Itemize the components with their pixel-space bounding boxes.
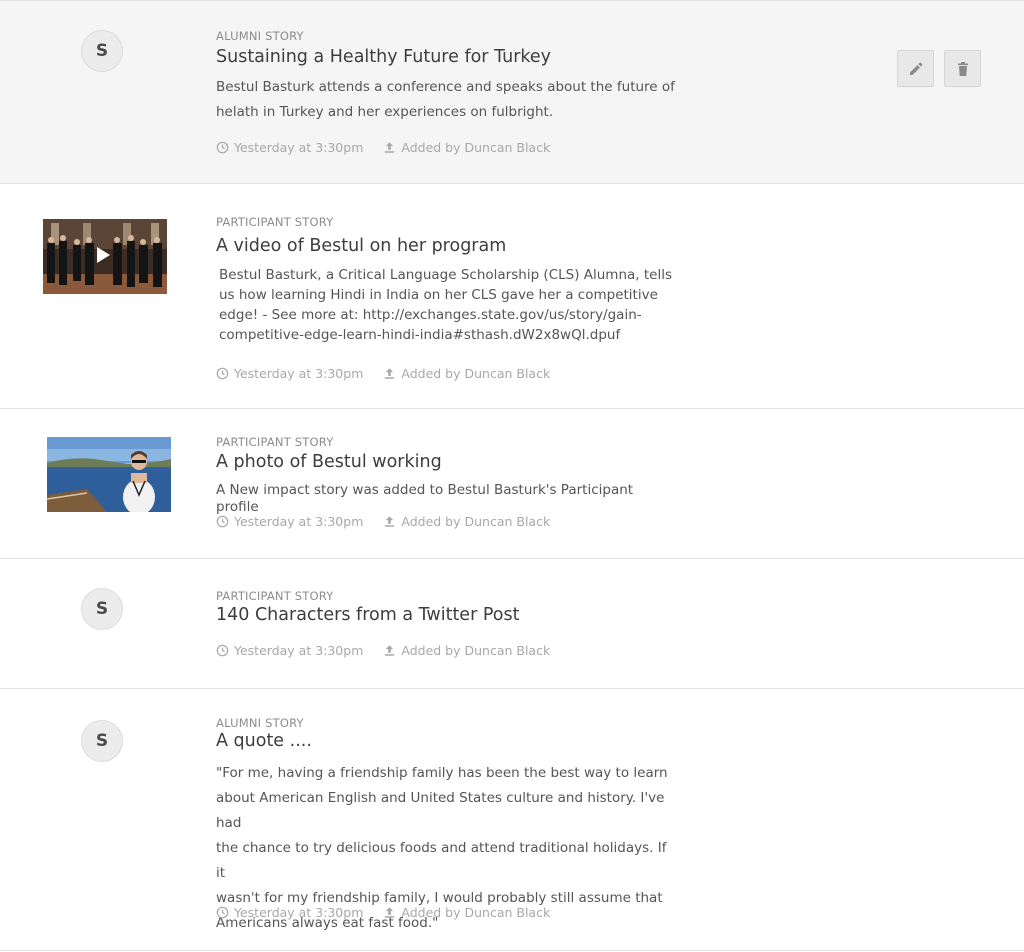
description-line: us how learning Hindi in India on her CL… (219, 287, 658, 303)
story-title[interactable]: 140 Characters from a Twitter Post (216, 605, 519, 625)
story-item[interactable]: S PARTICIPANT STORY 140 Characters from … (0, 559, 1024, 689)
description-line: competitive-edge-learn-hindi-india#sthas… (219, 327, 621, 343)
video-thumbnail[interactable] (43, 219, 167, 294)
delete-button[interactable] (944, 50, 981, 87)
clock-icon (216, 141, 229, 154)
story-time: Yesterday at 3:30pm (234, 905, 364, 920)
story-title[interactable]: A quote .... (216, 731, 312, 751)
story-item[interactable]: PARTICIPANT STORY A video of Bestul on h… (0, 184, 1024, 409)
trash-icon (957, 61, 968, 76)
story-content: PARTICIPANT STORY A video of Bestul on h… (216, 184, 676, 409)
story-time: Yesterday at 3:30pm (234, 140, 364, 155)
avatar: S (81, 30, 123, 72)
clock-icon (216, 515, 229, 528)
description-line: A New impact story was added to Bestul B… (216, 482, 634, 515)
story-category: PARTICIPANT STORY (216, 589, 334, 603)
story-title[interactable]: Sustaining a Healthy Future for Turkey (216, 47, 551, 67)
story-meta: Yesterday at 3:30pm Added by Duncan Blac… (216, 643, 550, 658)
story-time: Yesterday at 3:30pm (234, 514, 364, 529)
description-line: Bestul Basturk, a Critical Language Scho… (219, 267, 673, 283)
story-item[interactable]: S ALUMNI STORY A quote .... "For me, hav… (0, 689, 1024, 951)
description-line: edge! - See more at: http://exchanges.st… (219, 307, 642, 323)
avatar: S (81, 588, 123, 630)
photo-thumbnail[interactable] (47, 437, 171, 512)
upload-icon (385, 645, 395, 656)
story-meta: Yesterday at 3:30pm Added by Duncan Blac… (216, 140, 550, 155)
story-item[interactable]: S ALUMNI STORY Sustaining a Healthy Futu… (0, 0, 1024, 184)
story-content: ALUMNI STORY Sustaining a Healthy Future… (216, 1, 676, 185)
story-description: Bestul Basturk, a Critical Language Scho… (219, 265, 672, 345)
story-added-by: Added by Duncan Black (401, 366, 551, 381)
story-content: PARTICIPANT STORY 140 Characters from a … (216, 559, 676, 689)
clock-icon (216, 367, 229, 380)
story-feed: S ALUMNI STORY Sustaining a Healthy Futu… (0, 0, 1024, 952)
story-description: Bestul Basturk attends a conference and … (216, 75, 675, 125)
upload-icon (385, 516, 395, 527)
story-category: ALUMNI STORY (216, 29, 304, 43)
description-line: helath in Turkey and her experiences on … (216, 104, 554, 120)
description-line: Bestul Basturk attends a conference and … (216, 79, 675, 95)
pencil-icon (909, 62, 922, 75)
description-line: about American English and United States… (216, 790, 665, 831)
story-time: Yesterday at 3:30pm (234, 643, 364, 658)
clock-icon (216, 906, 229, 919)
story-content: ALUMNI STORY A quote .... "For me, havin… (216, 689, 676, 951)
avatar: S (81, 720, 123, 762)
story-category: PARTICIPANT STORY (216, 215, 334, 229)
video-scene-image (43, 219, 167, 294)
upload-icon (385, 142, 395, 153)
clock-icon (216, 644, 229, 657)
story-added-by: Added by Duncan Black (401, 643, 551, 658)
description-line: the chance to try delicious foods and at… (216, 840, 667, 881)
photo-scene-image (47, 437, 171, 512)
story-title[interactable]: A photo of Bestul working (216, 452, 442, 472)
story-added-by: Added by Duncan Black (401, 140, 551, 155)
story-meta: Yesterday at 3:30pm Added by Duncan Blac… (216, 905, 550, 920)
story-category: ALUMNI STORY (216, 716, 304, 730)
story-added-by: Added by Duncan Black (401, 905, 551, 920)
upload-icon (385, 368, 395, 379)
story-content: PARTICIPANT STORY A photo of Bestul work… (216, 409, 676, 559)
description-line: "For me, having a friendship family has … (216, 765, 668, 781)
edit-button[interactable] (897, 50, 934, 87)
story-item[interactable]: PARTICIPANT STORY A photo of Bestul work… (0, 409, 1024, 559)
story-category: PARTICIPANT STORY (216, 435, 334, 449)
story-time: Yesterday at 3:30pm (234, 366, 364, 381)
upload-icon (385, 907, 395, 918)
story-meta: Yesterday at 3:30pm Added by Duncan Blac… (216, 366, 550, 381)
story-description: A New impact story was added to Bestul B… (216, 482, 676, 516)
story-title[interactable]: A video of Bestul on her program (216, 236, 506, 256)
story-added-by: Added by Duncan Black (401, 514, 551, 529)
story-meta: Yesterday at 3:30pm Added by Duncan Blac… (216, 514, 550, 529)
